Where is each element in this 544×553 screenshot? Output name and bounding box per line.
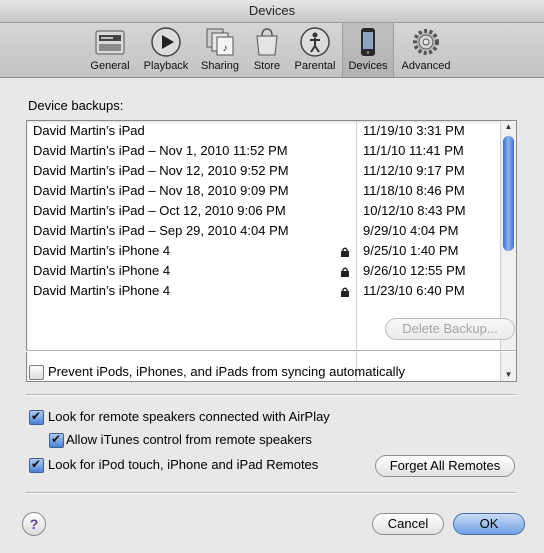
divider bbox=[26, 394, 516, 396]
table-row[interactable]: David Martin’s iPhone 4 11/23/10 6:40 PM bbox=[27, 281, 497, 301]
lock-icon bbox=[341, 287, 349, 297]
device-backups-label: Device backups: bbox=[28, 98, 124, 113]
tab-sharing-label: Sharing bbox=[201, 60, 239, 72]
preferences-toolbar: General Playback ♪ Sharing Store Parenta… bbox=[0, 23, 544, 78]
tab-devices[interactable]: Devices bbox=[342, 23, 394, 77]
backup-date: 10/12/10 8:43 PM bbox=[363, 203, 466, 218]
backup-date: 11/12/10 9:17 PM bbox=[363, 163, 465, 178]
tab-playback-label: Playback bbox=[143, 60, 189, 72]
tab-devices-label: Devices bbox=[348, 60, 388, 72]
airplay-label: Look for remote speakers connected with … bbox=[48, 409, 330, 424]
tab-sharing[interactable]: ♪ Sharing bbox=[196, 23, 244, 77]
tab-store[interactable]: Store bbox=[247, 23, 287, 77]
backup-name: David Martin’s iPad – Nov 1, 2010 11:52 … bbox=[33, 143, 288, 158]
tab-advanced[interactable]: Advanced bbox=[396, 23, 456, 77]
ok-button[interactable]: OK bbox=[453, 513, 525, 535]
svg-text:♪: ♪ bbox=[223, 43, 228, 54]
store-icon bbox=[256, 28, 278, 56]
advanced-icon bbox=[413, 29, 439, 55]
table-row[interactable]: David Martin’s iPhone 4 9/26/10 12:55 PM bbox=[27, 261, 497, 281]
divider bbox=[26, 350, 516, 352]
prevent-sync-checkbox[interactable] bbox=[29, 365, 44, 380]
tab-parental[interactable]: Parental bbox=[290, 23, 340, 77]
lock-icon bbox=[341, 247, 349, 257]
divider bbox=[26, 492, 516, 494]
backup-date: 9/29/10 4:04 PM bbox=[363, 223, 459, 238]
remotes-checkbox[interactable] bbox=[29, 457, 44, 473]
backup-name: David Martin’s iPad – Nov 18, 2010 9:09 … bbox=[33, 183, 289, 198]
tab-general-label: General bbox=[90, 60, 130, 72]
airplay-checkbox[interactable] bbox=[29, 409, 44, 425]
tab-general[interactable]: General bbox=[84, 23, 136, 77]
tab-advanced-label: Advanced bbox=[401, 60, 451, 72]
devices-pane: Device backups: David Martin’s iPad 11/1… bbox=[0, 78, 544, 553]
backups-scrollbar[interactable]: ▲ ▼ bbox=[500, 121, 516, 381]
table-row[interactable]: David Martin’s iPad 11/19/10 3:31 PM bbox=[27, 121, 497, 141]
window-title: Devices bbox=[0, 0, 544, 23]
table-row[interactable]: David Martin’s iPad – Oct 12, 2010 9:06 … bbox=[27, 201, 497, 221]
cancel-button[interactable]: Cancel bbox=[372, 513, 444, 535]
delete-backup-button[interactable]: Delete Backup... bbox=[385, 318, 515, 340]
table-row[interactable]: David Martin’s iPhone 4 9/25/10 1:40 PM bbox=[27, 241, 497, 261]
backup-name: David Martin’s iPhone 4 bbox=[33, 243, 171, 258]
backup-date: 11/19/10 3:31 PM bbox=[363, 123, 465, 138]
devices-icon bbox=[361, 28, 375, 56]
allow-control-label: Allow iTunes control from remote speaker… bbox=[66, 432, 312, 447]
tab-parental-label: Parental bbox=[294, 60, 336, 72]
backup-name: David Martin’s iPhone 4 bbox=[33, 263, 171, 278]
lock-icon bbox=[341, 267, 349, 277]
tab-store-label: Store bbox=[253, 60, 281, 72]
sharing-icon: ♪ bbox=[206, 28, 234, 56]
remotes-label: Look for iPod touch, iPhone and iPad Rem… bbox=[48, 457, 319, 472]
backup-name: David Martin’s iPad – Nov 12, 2010 9:52 … bbox=[33, 163, 289, 178]
table-row[interactable]: David Martin’s iPad – Nov 1, 2010 11:52 … bbox=[27, 141, 497, 161]
playback-icon bbox=[151, 27, 181, 57]
table-row[interactable]: David Martin’s iPad – Sep 29, 2010 4:04 … bbox=[27, 221, 497, 241]
backup-date: 11/18/10 8:46 PM bbox=[363, 183, 465, 198]
backup-date: 11/1/10 11:41 PM bbox=[363, 143, 464, 158]
general-icon bbox=[95, 30, 125, 55]
table-row[interactable]: David Martin’s iPad – Nov 12, 2010 9:52 … bbox=[27, 161, 497, 181]
forget-all-remotes-button[interactable]: Forget All Remotes bbox=[375, 455, 515, 477]
backup-date: 9/25/10 1:40 PM bbox=[363, 243, 459, 258]
table-row[interactable]: David Martin’s iPad – Nov 18, 2010 9:09 … bbox=[27, 181, 497, 201]
scroll-up-icon[interactable]: ▲ bbox=[501, 121, 516, 133]
scroll-down-icon[interactable]: ▼ bbox=[501, 369, 516, 381]
allow-control-checkbox[interactable] bbox=[49, 432, 64, 448]
backup-name: David Martin’s iPad – Sep 29, 2010 4:04 … bbox=[33, 223, 289, 238]
device-backups-table[interactable]: David Martin’s iPad 11/19/10 3:31 PM Dav… bbox=[26, 120, 517, 382]
scroll-thumb[interactable] bbox=[503, 136, 514, 251]
backup-date: 11/23/10 6:40 PM bbox=[363, 283, 465, 298]
backup-name: David Martin’s iPhone 4 bbox=[33, 283, 171, 298]
parental-icon bbox=[300, 27, 330, 57]
help-button[interactable]: ? bbox=[22, 512, 46, 536]
tab-playback[interactable]: Playback bbox=[139, 23, 193, 77]
backup-name: David Martin’s iPad bbox=[33, 123, 145, 138]
backup-date: 9/26/10 12:55 PM bbox=[363, 263, 466, 278]
prevent-sync-label: Prevent iPods, iPhones, and iPads from s… bbox=[48, 364, 405, 379]
backup-name: David Martin’s iPad – Oct 12, 2010 9:06 … bbox=[33, 203, 286, 218]
